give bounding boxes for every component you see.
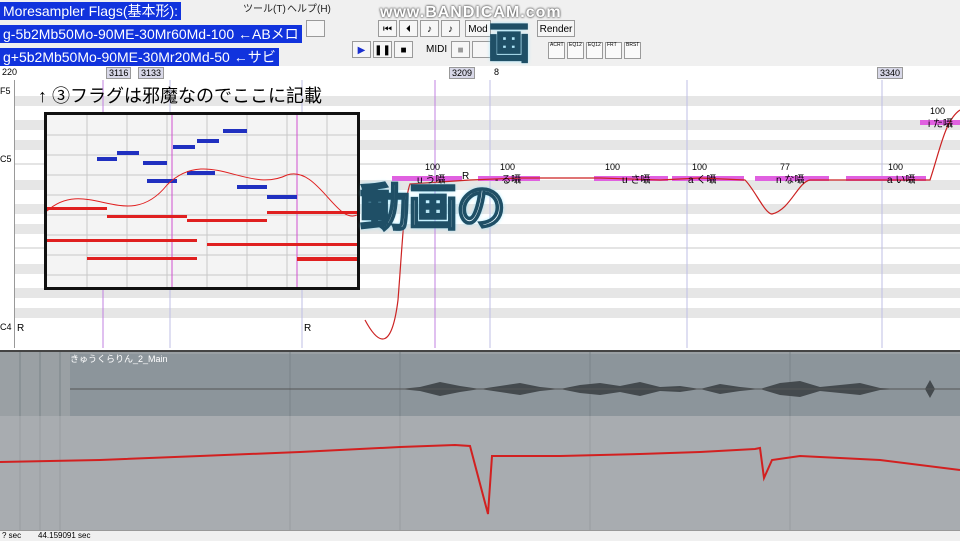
pitch-envelope-graphic bbox=[0, 416, 960, 530]
status-time: 44.159091 sec bbox=[38, 531, 91, 540]
status-bar: ? sec 44.159091 sec bbox=[0, 530, 960, 541]
note-lyric[interactable]: i た囁 bbox=[928, 115, 953, 130]
note-lyric[interactable]: n な囁 bbox=[776, 171, 804, 186]
inset-graphic bbox=[47, 115, 357, 287]
note-lyric[interactable]: u さ囁 bbox=[622, 171, 650, 186]
pitch-envelope-panel[interactable] bbox=[0, 416, 960, 530]
caption-text: 動画の bbox=[359, 179, 507, 237]
note-lyric[interactable]: a く囁 bbox=[688, 171, 716, 186]
status-left: ? sec bbox=[2, 531, 22, 540]
inset-screenshot bbox=[44, 112, 360, 290]
annotation-text: ↑ ③フラグは邪魔なのでここに記載 bbox=[38, 86, 322, 106]
track-title: きゅうくらりん_2_Main bbox=[70, 354, 168, 364]
note-lyric[interactable]: a い囁 bbox=[887, 171, 915, 186]
note-intensity: 100 bbox=[605, 162, 621, 172]
